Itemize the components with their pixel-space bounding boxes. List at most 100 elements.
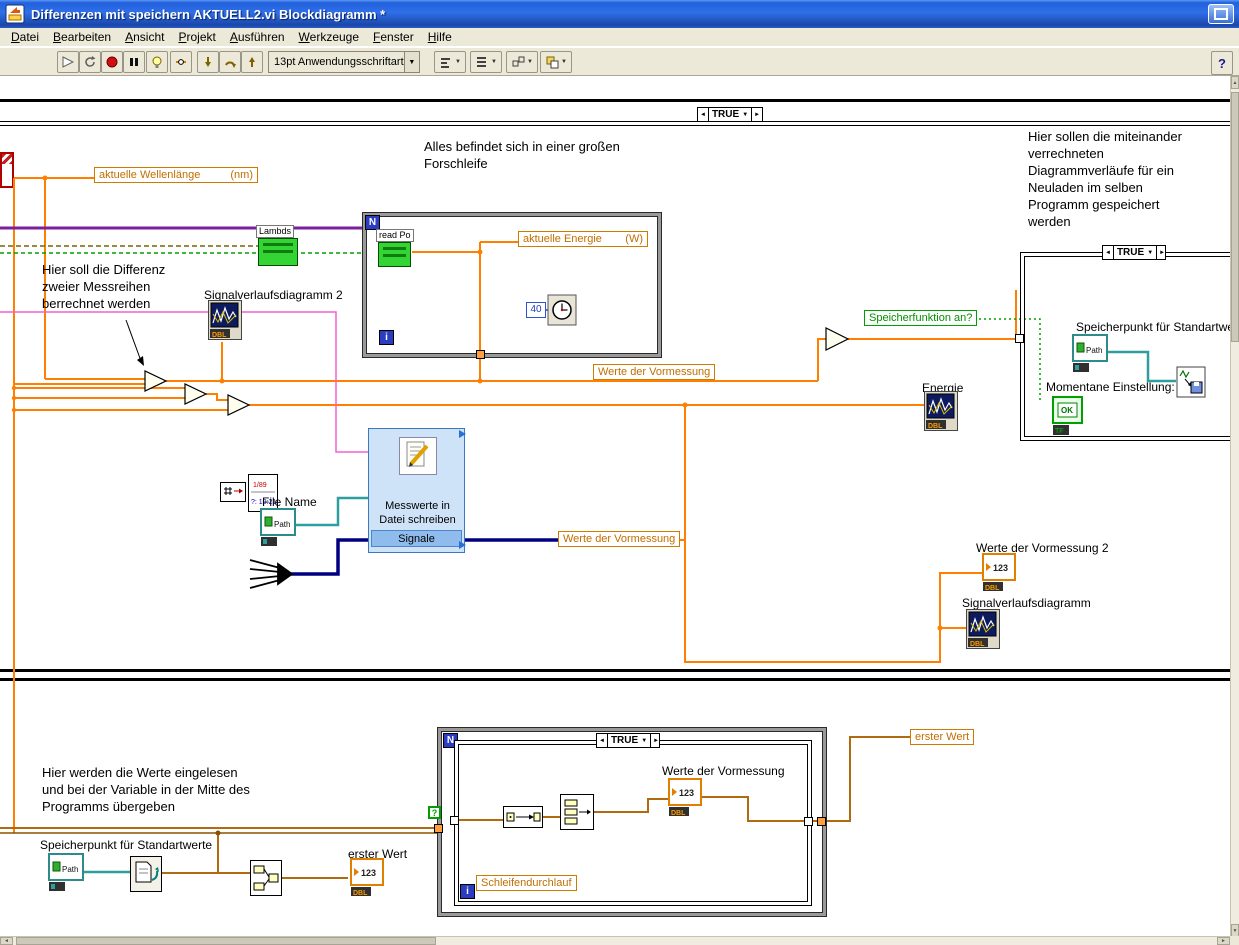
- structure-bottom-border: [0, 669, 1239, 672]
- chevron-down-icon[interactable]: ▼: [403, 52, 419, 72]
- menu-werkzeuge[interactable]: Werkzeuge: [292, 29, 366, 46]
- loop-iteration-terminal[interactable]: i: [460, 884, 475, 899]
- energie-chart-terminal[interactable]: DBL: [924, 391, 958, 436]
- abort-icon: [106, 56, 118, 68]
- loop-count-terminal[interactable]: N: [365, 215, 380, 230]
- distribute-objects-button[interactable]: ▼: [470, 51, 502, 73]
- window-restore-button[interactable]: [1208, 4, 1234, 24]
- ok-boolean-terminal[interactable]: OK TF: [1052, 396, 1084, 443]
- case-next-icon[interactable]: ►: [650, 734, 661, 747]
- step-out-button[interactable]: [241, 51, 263, 73]
- horizontal-scrollbar[interactable]: ◄ ►: [0, 936, 1230, 945]
- read-po-label[interactable]: read Po: [376, 229, 414, 242]
- menu-datei[interactable]: Datei: [4, 29, 46, 46]
- labview-app-icon: [5, 4, 25, 24]
- write-measurement-file-express-vi[interactable]: Messwerte in Datei schreiben Signale: [368, 428, 465, 553]
- case-next-icon[interactable]: ►: [751, 108, 762, 121]
- case-tunnel[interactable]: [804, 817, 813, 826]
- run-continuous-button[interactable]: [79, 51, 101, 73]
- savepoint-path-terminal[interactable]: Path: [48, 853, 84, 898]
- help-button[interactable]: ?: [1211, 51, 1233, 75]
- lightbulb-icon: [152, 56, 162, 68]
- case-selector-bottom[interactable]: ◄ TRUE ▼ ►: [596, 733, 660, 748]
- vertical-scroll-thumb[interactable]: [1231, 92, 1239, 342]
- dbl-tag: DBL: [212, 332, 227, 339]
- case-tunnel[interactable]: [450, 816, 459, 825]
- wait-ms-constant[interactable]: 40: [526, 302, 546, 318]
- loop-tunnel[interactable]: [817, 817, 826, 826]
- loop-iteration-terminal[interactable]: i: [379, 330, 394, 345]
- horizontal-scroll-thumb[interactable]: [16, 937, 436, 945]
- first-value-numeric-terminal[interactable]: 123 DBL: [350, 858, 384, 903]
- highlight-execution-button[interactable]: [146, 51, 168, 73]
- loop-tunnel[interactable]: [476, 350, 485, 359]
- pause-button[interactable]: [123, 51, 145, 73]
- express-resize-arrow-icon[interactable]: [459, 541, 466, 549]
- array-index-function-icon[interactable]: [503, 806, 543, 833]
- save-function-label[interactable]: Speicherfunktion an?: [864, 310, 978, 326]
- case-prev-icon[interactable]: ◄: [597, 734, 608, 747]
- subtract-function-icon[interactable]: [144, 370, 168, 392]
- menu-projekt[interactable]: Projekt: [171, 29, 222, 46]
- abort-button[interactable]: [101, 51, 123, 73]
- reorder-objects-button[interactable]: ▼: [540, 51, 572, 73]
- wavelength-label[interactable]: aktuelle Wellenlänge (nm): [94, 167, 258, 183]
- build-array-icon[interactable]: [250, 860, 282, 901]
- menu-ansicht[interactable]: Ansicht: [118, 29, 171, 46]
- merge-signals-icon[interactable]: [249, 559, 294, 589]
- savepoint2-path-terminal[interactable]: Path: [1072, 334, 1108, 379]
- align-objects-icon: [441, 58, 451, 68]
- express-vi-title: Messwerte in Datei schreiben: [379, 500, 456, 526]
- menu-bearbeiten[interactable]: Bearbeiten: [46, 29, 118, 46]
- wait-until-ms-icon[interactable]: [547, 294, 577, 331]
- chevron-down-icon: ▼: [561, 59, 567, 65]
- dbl-tag: DBL: [671, 810, 686, 817]
- unwired-selector-tunnel[interactable]: ?: [428, 806, 441, 819]
- case-next-icon[interactable]: ►: [1156, 246, 1167, 259]
- first-value-output-label[interactable]: erster Wert: [910, 729, 975, 745]
- scroll-right-icon[interactable]: ►: [1217, 937, 1230, 945]
- align-objects-button[interactable]: ▼: [434, 51, 466, 73]
- case-prev-icon[interactable]: ◄: [1103, 246, 1114, 259]
- subtract-function-icon[interactable]: [825, 327, 850, 351]
- write-waveform-to-file-icon[interactable]: [1176, 366, 1206, 403]
- premeasure-mid-label[interactable]: Werte der Vormessung: [558, 531, 681, 547]
- subtract-function-icon[interactable]: [184, 383, 208, 405]
- lambds-label[interactable]: Lambds: [256, 225, 295, 238]
- chevron-down-icon: ▼: [455, 59, 461, 65]
- font-selector[interactable]: 13pt Anwendungsschriftart ▼: [268, 51, 420, 73]
- waveform-chart1-terminal[interactable]: DBL: [966, 609, 1000, 654]
- index-array-icon[interactable]: [560, 794, 594, 835]
- menu-hilfe[interactable]: Hilfe: [421, 29, 459, 46]
- express-signale-terminal[interactable]: Signale: [371, 530, 462, 547]
- menu-fenster[interactable]: Fenster: [366, 29, 421, 46]
- file-name-path-terminal[interactable]: Path: [260, 508, 296, 553]
- case-prev-icon[interactable]: ◄: [698, 108, 709, 121]
- waveform-chart2-terminal[interactable]: DBL: [208, 300, 242, 345]
- premeasure-loop-numeric-terminal[interactable]: 123 DBL: [668, 778, 702, 823]
- open-file-icon[interactable]: [130, 856, 162, 897]
- loop-tunnel[interactable]: [434, 824, 443, 833]
- scroll-left-icon[interactable]: ◄: [0, 937, 13, 945]
- case-tunnel[interactable]: [1015, 334, 1024, 343]
- premeasure-wire-label[interactable]: Werte der Vormessung: [593, 364, 716, 380]
- step-over-button[interactable]: [219, 51, 241, 73]
- distribute-objects-icon: [477, 57, 487, 67]
- express-resize-arrow-icon[interactable]: [459, 430, 466, 438]
- resize-objects-button[interactable]: ▼: [506, 51, 538, 73]
- case-value: TRUE: [1116, 247, 1145, 258]
- case-selector-top[interactable]: ◄ TRUE ▼ ►: [697, 107, 763, 122]
- premeasure2-numeric-terminal[interactable]: 123 DBL: [982, 553, 1016, 598]
- scale-function-icon[interactable]: [220, 482, 246, 507]
- scroll-up-icon[interactable]: ▲: [1231, 76, 1239, 89]
- read-power-subvi-icon[interactable]: [378, 242, 411, 267]
- step-into-button[interactable]: [197, 51, 219, 73]
- numeric-glyph: 123: [679, 788, 694, 798]
- lambds-subvi-icon[interactable]: [258, 238, 298, 266]
- retain-wire-values-button[interactable]: [170, 51, 192, 73]
- menu-ausfuehren[interactable]: Ausführen: [223, 29, 292, 46]
- case-selector-right[interactable]: ◄ TRUE ▼ ►: [1102, 245, 1166, 260]
- run-button[interactable]: [57, 51, 79, 73]
- vertical-scrollbar[interactable]: ▲ ▼: [1230, 76, 1239, 937]
- subtract-function-icon[interactable]: [227, 394, 251, 416]
